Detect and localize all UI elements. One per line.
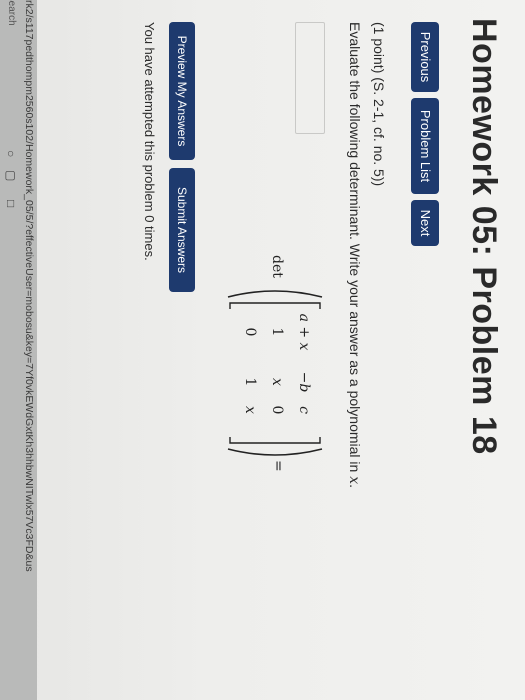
preview-answers-button[interactable]: Preview My Answers <box>169 22 195 160</box>
window-icon[interactable]: □ <box>4 200 18 207</box>
problem-prompt: Evaluate the following determinant. Writ… <box>346 22 363 488</box>
next-button[interactable]: Next <box>411 200 439 246</box>
equals-sign: = <box>270 460 286 472</box>
matrix-cell: a + x <box>296 313 312 351</box>
matrix-cell: 1 <box>269 327 285 337</box>
screen: Homework 05: Problem 18 Previous Problem… <box>0 0 525 700</box>
page-title: Homework 05: Problem 18 <box>465 18 503 455</box>
attempts-message: You have attempted this problem 0 times. <box>142 22 157 261</box>
prompt-period: . <box>347 484 363 488</box>
problem-points: (1 point) (S. 2-1, cf. no. 5)) <box>371 22 387 187</box>
problem-list-button[interactable]: Problem List <box>411 98 439 194</box>
answer-input[interactable] <box>295 22 325 134</box>
det-label: det <box>269 255 285 278</box>
determinant-expression: det a + x −b c 1 x 0 0 1 x = <box>220 255 330 475</box>
matrix-cell: x <box>242 406 258 414</box>
matrix-cell: 0 <box>269 405 285 415</box>
matrix-cell: c <box>296 406 312 414</box>
submit-answers-button[interactable]: Submit Answers <box>169 168 195 292</box>
status-url: rk2/s117pedthompm2560s102/Homework_05/5/… <box>23 0 35 572</box>
previous-button[interactable]: Previous <box>411 22 439 92</box>
matrix-cell: 0 <box>242 327 258 337</box>
taskbar-search[interactable]: Search <box>6 0 17 26</box>
task-view-icon[interactable]: ▢ <box>4 170 18 181</box>
prompt-text: Evaluate the following determinant. Writ… <box>347 22 363 477</box>
mic-icon[interactable]: ○ <box>4 150 18 157</box>
prompt-variable: x <box>346 476 362 485</box>
taskbar: rk2/s117pedthompm2560s102/Homework_05/5/… <box>0 0 37 700</box>
